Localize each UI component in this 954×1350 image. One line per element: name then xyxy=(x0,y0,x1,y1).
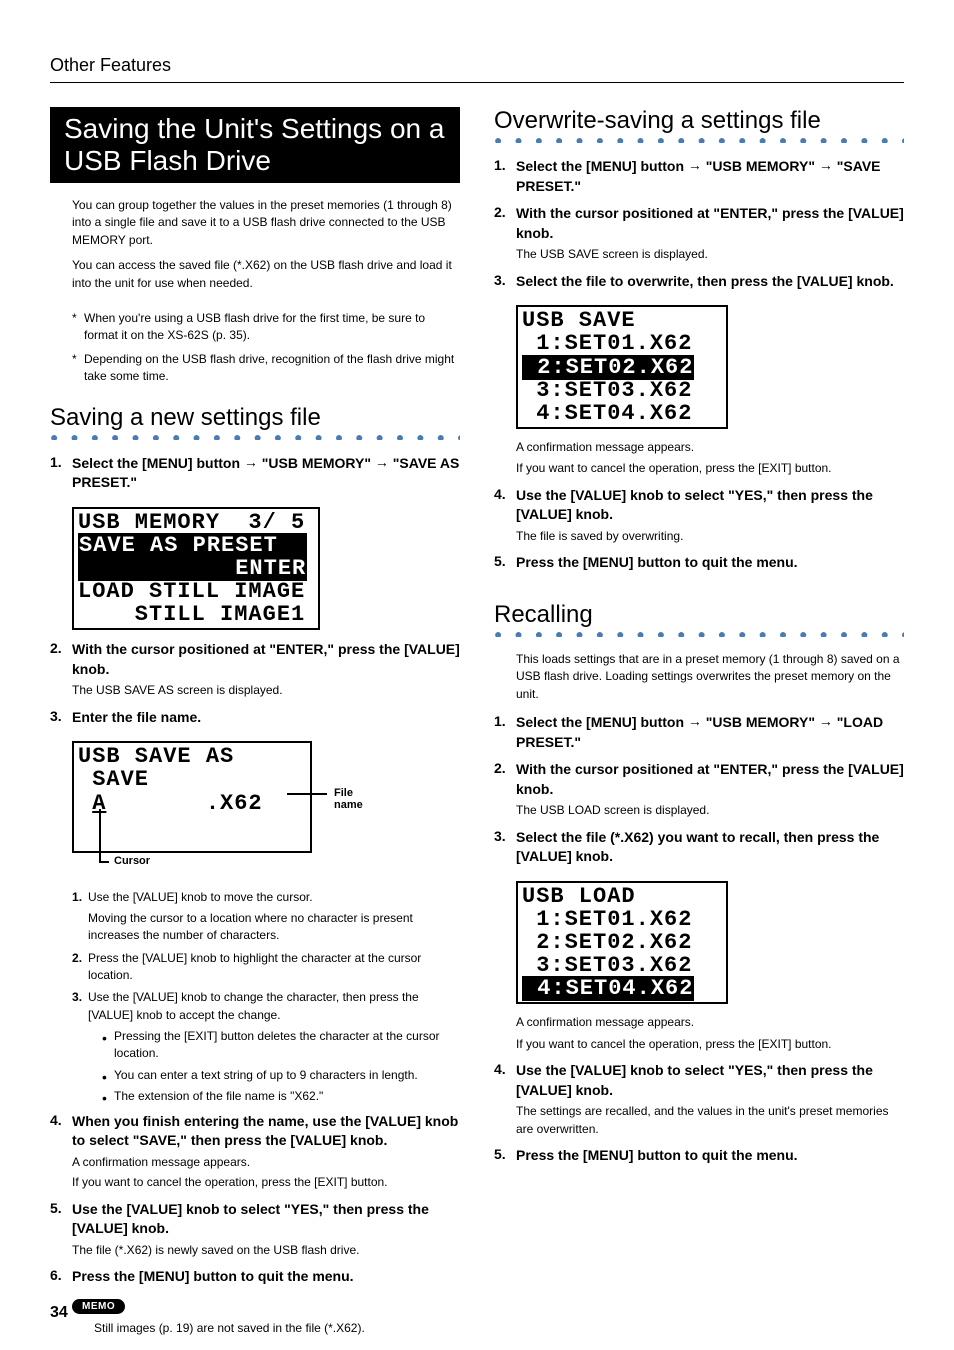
step: 2. With the cursor positioned at "ENTER,… xyxy=(494,204,904,264)
step-text: Use the [VALUE] knob to select "YES," th… xyxy=(516,1061,904,1100)
bullet-item: You can enter a text string of up to 9 c… xyxy=(102,1067,460,1084)
step-number: 3. xyxy=(50,708,72,728)
subsection-heading: Overwrite-saving a settings file ● ● ● ●… xyxy=(494,107,904,143)
step: 1. Select the [MENU] button → "USB MEMOR… xyxy=(494,713,904,752)
step-text: Select the [MENU] button → "USB MEMORY" … xyxy=(516,157,904,196)
intro-block: You can group together the values in the… xyxy=(50,197,460,292)
step-number: 5. xyxy=(494,553,516,573)
step-number: 1. xyxy=(494,157,516,196)
step-text: Select the [MENU] button → "USB MEMORY" … xyxy=(516,713,904,752)
step-text: Press the [MENU] button to quit the menu… xyxy=(72,1267,460,1287)
step-text: Enter the file name. xyxy=(72,708,460,728)
step-number: 4. xyxy=(494,1061,516,1138)
page-number: 34 xyxy=(50,1304,68,1322)
step: 5. Press the [MENU] button to quit the m… xyxy=(494,1146,904,1166)
step-text: Select the file to overwrite, then press… xyxy=(516,272,904,292)
step: 3. Select the file (*.X62) you want to r… xyxy=(494,828,904,867)
step-subtext: The file (*.X62) is newly saved on the U… xyxy=(72,1242,460,1259)
step-number: 6. xyxy=(50,1267,72,1287)
intro-paragraph: You can group together the values in the… xyxy=(72,197,460,249)
page-header: Other Features xyxy=(50,55,904,83)
substep: Use the [VALUE] knob to change the chara… xyxy=(72,989,460,1105)
dotted-rule: ● ● ● ● ● ● ● ● ● ● ● ● ● ● ● ● ● ● ● ● … xyxy=(50,434,460,440)
subsection-heading: Recalling ● ● ● ● ● ● ● ● ● ● ● ● ● ● ● … xyxy=(494,601,904,637)
step-number: 5. xyxy=(50,1200,72,1260)
step-text: Use the [VALUE] knob to select "YES," th… xyxy=(72,1200,460,1239)
step: 5. Press the [MENU] button to quit the m… xyxy=(494,553,904,573)
step-text: Use the [VALUE] knob to select "YES," th… xyxy=(516,486,904,525)
step-subtext: A confirmation message appears. xyxy=(494,439,904,456)
step-number: 2. xyxy=(50,640,72,700)
step-subtext: The USB LOAD screen is displayed. xyxy=(516,802,904,819)
note-item: Depending on the USB flash drive, recogn… xyxy=(72,351,460,386)
subsection-heading: Saving a new settings file ● ● ● ● ● ● ●… xyxy=(50,404,460,440)
step-subtext: The USB SAVE screen is displayed. xyxy=(516,246,904,263)
intro-paragraph: You can access the saved file (*.X62) on… xyxy=(72,257,460,292)
step-number: 1. xyxy=(494,713,516,752)
step: 1. Select the [MENU] button → "USB MEMOR… xyxy=(494,157,904,196)
step-text: With the cursor positioned at "ENTER," p… xyxy=(72,640,460,679)
step: 6. Press the [MENU] button to quit the m… xyxy=(50,1267,460,1287)
dotted-rule: ● ● ● ● ● ● ● ● ● ● ● ● ● ● ● ● ● ● ● ● … xyxy=(494,137,904,143)
step-subtext: If you want to cancel the operation, pre… xyxy=(494,460,904,477)
lcd-display: USB SAVE 1:SET01.X62 2:SET02.X62 3:SET03… xyxy=(516,305,728,428)
step-subtext: The settings are recalled, and the value… xyxy=(516,1103,904,1138)
step: 4. When you finish entering the name, us… xyxy=(50,1112,460,1192)
step-number: 4. xyxy=(50,1112,72,1192)
note-item: When you're using a USB flash drive for … xyxy=(72,310,460,345)
dotted-rule: ● ● ● ● ● ● ● ● ● ● ● ● ● ● ● ● ● ● ● ● … xyxy=(494,631,904,637)
step-subtext: A confirmation message appears. xyxy=(72,1154,460,1171)
subsection-title: Recalling xyxy=(494,601,904,629)
step-text: Press the [MENU] button to quit the menu… xyxy=(516,553,904,573)
step: 5. Use the [VALUE] knob to select "YES,"… xyxy=(50,1200,460,1260)
header-section-label: Other Features xyxy=(50,55,171,75)
step-text: Select the file (*.X62) you want to reca… xyxy=(516,828,904,867)
lcd-display: USB LOAD 1:SET01.X62 2:SET02.X62 3:SET03… xyxy=(516,881,728,1004)
step: 4. Use the [VALUE] knob to select "YES,"… xyxy=(494,486,904,546)
step: 2. With the cursor positioned at "ENTER,… xyxy=(50,640,460,700)
note-list: When you're using a USB flash drive for … xyxy=(50,310,460,386)
bullet-item: The extension of the file name is "X62." xyxy=(102,1088,460,1105)
step-subtext: The file is saved by overwriting. xyxy=(516,528,904,545)
subsection-title: Saving a new settings file xyxy=(50,404,460,432)
substep-list: Use the [VALUE] knob to move the cursor.… xyxy=(50,889,460,1105)
step-number: 3. xyxy=(494,272,516,292)
callout-label: File name xyxy=(334,787,363,811)
substep: Use the [VALUE] knob to move the cursor.… xyxy=(72,889,460,944)
step-number: 3. xyxy=(494,828,516,867)
step-subtext: If you want to cancel the operation, pre… xyxy=(494,1036,904,1053)
main-title: Saving the Unit's Settings on a USB Flas… xyxy=(50,107,460,183)
step-number: 4. xyxy=(494,486,516,546)
lcd-display: USB SAVE AS SAVE A .X62 xyxy=(72,741,312,853)
step: 3. Select the file to overwrite, then pr… xyxy=(494,272,904,292)
right-column: Overwrite-saving a settings file ● ● ● ●… xyxy=(494,107,904,1337)
step-text: With the cursor positioned at "ENTER," p… xyxy=(516,760,904,799)
step: 3. Enter the file name. xyxy=(50,708,460,728)
step-number: 1. xyxy=(50,454,72,493)
step-text: Select the [MENU] button → "USB MEMORY" … xyxy=(72,454,460,493)
substep: Press the [VALUE] knob to highlight the … xyxy=(72,950,460,985)
step-subtext: If you want to cancel the operation, pre… xyxy=(72,1174,460,1191)
bullet-item: Pressing the [EXIT] button deletes the c… xyxy=(102,1028,460,1063)
step-number: 2. xyxy=(494,204,516,264)
memo-text: Still images (p. 19) are not saved in th… xyxy=(50,1320,460,1337)
step-text: Press the [MENU] button to quit the menu… xyxy=(516,1146,904,1166)
step-number: 5. xyxy=(494,1146,516,1166)
step-number: 2. xyxy=(494,760,516,820)
lcd-display: USB MEMORY 3/ 5 SAVE AS PRESET ENTER LOA… xyxy=(72,507,320,630)
step-subtext: The USB SAVE AS screen is displayed. xyxy=(72,682,460,699)
step: 2. With the cursor positioned at "ENTER,… xyxy=(494,760,904,820)
intro-paragraph: This loads settings that are in a preset… xyxy=(494,651,904,703)
step-subtext: A confirmation message appears. xyxy=(494,1014,904,1031)
step: 4. Use the [VALUE] knob to select "YES,"… xyxy=(494,1061,904,1138)
step-text: With the cursor positioned at "ENTER," p… xyxy=(516,204,904,243)
memo-badge: MEMO xyxy=(72,1299,125,1314)
left-column: Saving the Unit's Settings on a USB Flas… xyxy=(50,107,460,1337)
callout-label: Cursor xyxy=(114,855,150,867)
subsection-title: Overwrite-saving a settings file xyxy=(494,107,904,135)
step-text: When you finish entering the name, use t… xyxy=(72,1112,460,1151)
step: 1. Select the [MENU] button → "USB MEMOR… xyxy=(50,454,460,493)
